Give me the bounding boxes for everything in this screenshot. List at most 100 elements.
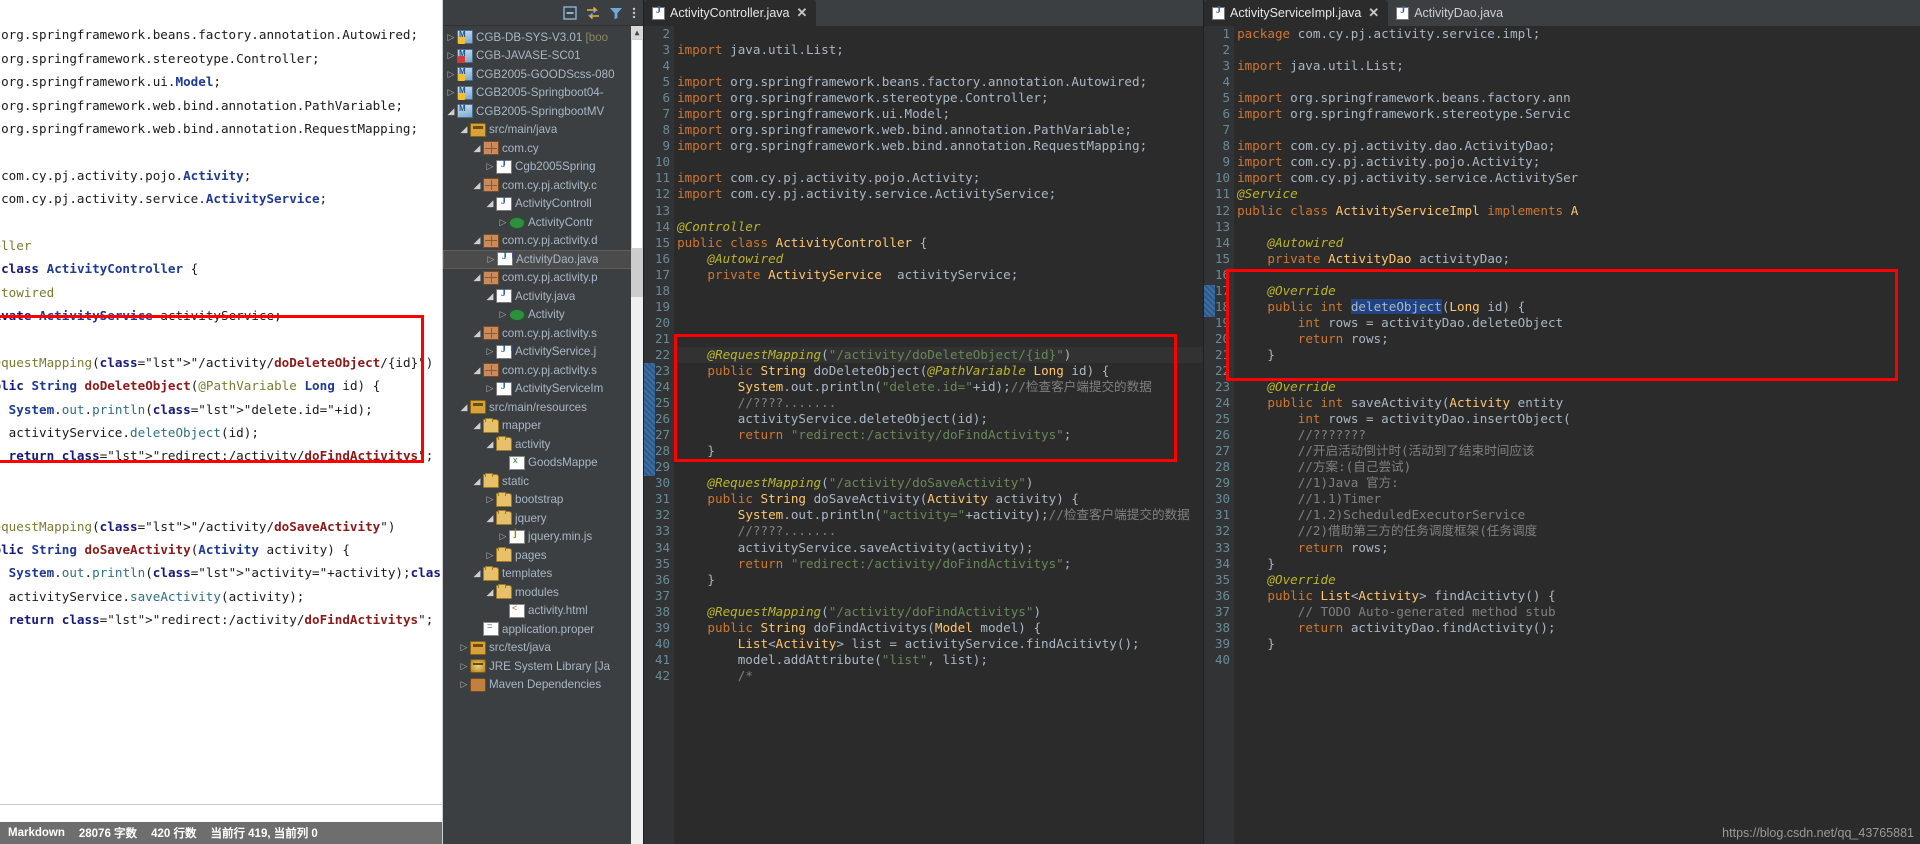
scroll-thumb-secondary[interactable] <box>631 249 643 297</box>
tree-item[interactable]: activity.html <box>443 602 643 621</box>
chevron-right-icon[interactable] <box>497 305 509 324</box>
chevron-down-icon[interactable] <box>484 435 496 454</box>
chevron-down-icon[interactable] <box>471 176 483 195</box>
chevron-down-icon[interactable] <box>471 361 483 380</box>
tree-item[interactable]: com.cy.pj.activity.c <box>443 176 643 195</box>
center-editor-body[interactable]: 2 3 4 5 6 7 8 9 10 11 12 13 14 15 16 17 18 19 20 21 22 23 24 25… <box>644 26 1203 844</box>
tree-item[interactable]: ActivityService.j <box>443 343 643 362</box>
chevron-down-icon[interactable] <box>445 102 457 121</box>
tree-item[interactable]: pages <box>443 546 643 565</box>
right-editor-tabbar[interactable]: ActivityServiceImpl.java ✕ ActivityDao.jav… <box>1204 0 1920 26</box>
chevron-right-icon[interactable] <box>484 490 496 509</box>
tree-item[interactable]: src/main/java <box>443 121 643 140</box>
chevron-down-icon[interactable] <box>471 324 483 343</box>
center-editor-pane[interactable]: ActivityController.java ✕ 23456789101112… <box>643 0 1203 844</box>
tree-item[interactable]: src/test/java <box>443 639 643 658</box>
tab-activityserviceimpl[interactable]: ActivityServiceImpl.java ✕ <box>1204 0 1389 26</box>
code-line: public String doFindActivitys(Model mode… <box>677 620 1203 636</box>
chevron-down-icon[interactable] <box>471 564 483 583</box>
chevron-down-icon[interactable] <box>471 231 483 250</box>
tree-item[interactable]: bootstrap <box>443 491 643 510</box>
chevron-right-icon[interactable] <box>445 46 457 65</box>
view-menu-icon[interactable] <box>631 5 637 21</box>
chevron-down-icon[interactable] <box>471 416 483 435</box>
tree-item[interactable]: Cgb2005Spring <box>443 158 643 177</box>
markdown-code-area[interactable]: import org.springframework.beans.factory… <box>0 0 442 804</box>
right-editor-body[interactable]: 1 2 3 4 5 6 7 8 9 10 11 12 13 14 15 16 17 18 19 20 21 22 23 24 2… <box>1204 26 1920 844</box>
tab-activitydao[interactable]: ActivityDao.java <box>1388 0 1513 26</box>
right-editor-pane[interactable]: ActivityServiceImpl.java ✕ ActivityDao.jav… <box>1203 0 1920 844</box>
collapse-all-icon[interactable] <box>562 5 578 21</box>
tree-item[interactable]: modules <box>443 583 643 602</box>
chevron-right-icon[interactable] <box>484 157 496 176</box>
chevron-right-icon[interactable] <box>497 527 509 546</box>
package-explorer-pane[interactable]: CGB-DB-SYS-V3.01 [boo CGB-JAVASE-SC01 CGB2… <box>443 0 643 844</box>
tree-item[interactable]: CGB-JAVASE-SC01 <box>443 47 643 66</box>
chevron-down-icon[interactable] <box>471 139 483 158</box>
tree-item[interactable]: templates <box>443 565 643 584</box>
package-explorer-toolbar[interactable] <box>443 0 643 26</box>
tree-item[interactable]: mapper <box>443 417 643 436</box>
tree-item[interactable]: static <box>443 472 643 491</box>
chevron-right-icon[interactable] <box>484 342 496 361</box>
tree-item[interactable]: CGB2005-GOODScss-080 <box>443 65 643 84</box>
scroll-thumb[interactable] <box>631 39 643 249</box>
tree-item[interactable]: src/main/resources <box>443 398 643 417</box>
chevron-down-icon[interactable] <box>484 194 496 213</box>
package-explorer-tree[interactable]: CGB-DB-SYS-V3.01 [boo CGB-JAVASE-SC01 CGB2… <box>443 26 643 844</box>
tree-item[interactable]: ActivityDao.java <box>443 250 643 269</box>
chevron-right-icon[interactable] <box>445 28 457 47</box>
chevron-right-icon[interactable] <box>485 250 497 269</box>
chevron-down-icon[interactable] <box>471 268 483 287</box>
chevron-right-icon[interactable] <box>497 213 509 232</box>
tree-item[interactable]: ActivityControll <box>443 195 643 214</box>
tree-item[interactable]: com.cy.pj.activity.s <box>443 361 643 380</box>
right-marker-strip[interactable] <box>1204 26 1215 844</box>
center-marker-strip[interactable] <box>644 26 655 844</box>
markdown-editor-pane[interactable]: import org.springframework.beans.factory… <box>0 0 443 844</box>
tree-scrollbar[interactable]: ▲ <box>631 26 643 844</box>
chevron-right-icon[interactable] <box>458 638 470 657</box>
center-code-area[interactable]: import java.util.List; import org.spring… <box>674 26 1203 844</box>
tree-item[interactable]: CGB2005-SpringbootMV <box>443 102 643 121</box>
close-icon[interactable]: ✕ <box>797 5 808 21</box>
tree-item[interactable]: JRE System Library [Ja <box>443 657 643 676</box>
chevron-down-icon[interactable] <box>458 398 470 417</box>
close-icon[interactable]: ✕ <box>1368 5 1379 21</box>
chevron-down-icon[interactable] <box>458 120 470 139</box>
tree-item[interactable]: Activity <box>443 306 643 325</box>
tree-item[interactable]: Maven Dependencies <box>443 676 643 695</box>
tree-item[interactable]: ActivityServiceIm <box>443 380 643 399</box>
chevron-right-icon[interactable] <box>445 65 457 84</box>
tree-item[interactable]: GoodsMappe <box>443 454 643 473</box>
tree-item[interactable]: com.cy.pj.activity.d <box>443 232 643 251</box>
tree-item[interactable]: ActivityContr <box>443 213 643 232</box>
center-editor-tabbar[interactable]: ActivityController.java ✕ <box>644 0 1203 26</box>
chevron-right-icon[interactable] <box>458 675 470 694</box>
tree-item[interactable]: com.cy.pj.activity.p <box>443 269 643 288</box>
tree-item[interactable]: CGB-DB-SYS-V3.01 [boo <box>443 28 643 47</box>
tree-item[interactable]: application.proper <box>443 620 643 639</box>
right-code-area[interactable]: package com.cy.pj.activity.service.impl;… <box>1234 26 1920 844</box>
chevron-right-icon[interactable] <box>445 83 457 102</box>
tree-item[interactable]: jquery.min.js <box>443 528 643 547</box>
chevron-right-icon[interactable] <box>484 546 496 565</box>
tree-item[interactable]: com.cy <box>443 139 643 158</box>
chevron-down-icon[interactable] <box>484 287 496 306</box>
filter-icon[interactable] <box>608 5 624 21</box>
scroll-track[interactable] <box>631 39 643 844</box>
chevron-right-icon[interactable] <box>484 379 496 398</box>
tree-item[interactable]: Activity.java <box>443 287 643 306</box>
tree-item[interactable]: jquery <box>443 509 643 528</box>
tree-item[interactable]: CGB2005-Springboot04- <box>443 84 643 103</box>
tree-item[interactable]: com.cy.pj.activity.s <box>443 324 643 343</box>
link-with-editor-icon[interactable] <box>585 5 601 21</box>
chevron-down-icon[interactable] <box>484 583 496 602</box>
tab-activity-controller[interactable]: ActivityController.java ✕ <box>644 0 817 26</box>
chevron-right-icon[interactable] <box>458 657 470 676</box>
tree-item[interactable]: activity <box>443 435 643 454</box>
chevron-down-icon[interactable] <box>471 472 483 491</box>
chevron-down-icon[interactable] <box>484 509 496 528</box>
scroll-up-arrow-icon[interactable]: ▲ <box>631 26 643 39</box>
